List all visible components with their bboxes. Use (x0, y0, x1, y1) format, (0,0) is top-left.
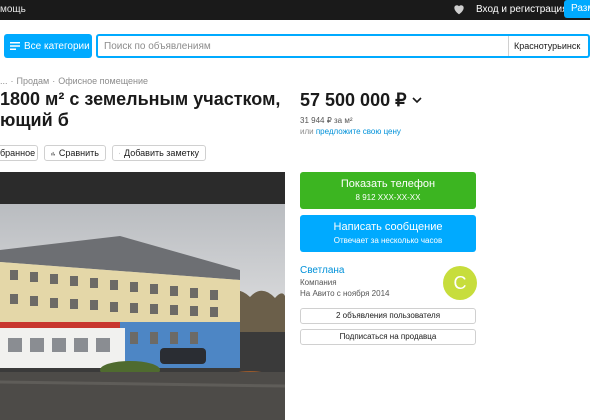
listing-photo[interactable] (0, 172, 285, 420)
categories-menu-icon (10, 42, 20, 50)
favorite-label: бранное (0, 148, 36, 158)
write-message-label: Написать сообщение (333, 221, 443, 233)
favorite-button[interactable]: бранное (0, 145, 38, 161)
reply-time: Отвечает за несколько часов (333, 236, 443, 245)
compare-label: Сравнить (58, 148, 99, 158)
compare-button[interactable]: Сравнить (44, 145, 106, 161)
suggest-price-link[interactable]: предложите свою цену (316, 127, 401, 136)
subscribe-seller-button[interactable]: Подписаться на продавца (300, 329, 476, 345)
breadcrumb-item-ellipsis[interactable]: ... (0, 76, 8, 86)
breadcrumb-item-sell[interactable]: Продам (17, 76, 50, 86)
city-select[interactable]: Краснотурьинск (508, 36, 590, 56)
price-per-sqm: 31 944 ₽ за м² (300, 116, 353, 125)
building-photo-image (0, 172, 285, 420)
listing-title: 1800 м² с земельным участком, ющий б (0, 89, 281, 130)
search-input[interactable] (98, 36, 508, 56)
show-phone-button[interactable]: Показать телефон 8 912 XXX-XX-XX (300, 172, 476, 209)
all-categories-button[interactable]: Все категории (4, 34, 92, 58)
show-phone-label: Показать телефон (340, 178, 436, 190)
help-link[interactable]: мощь (0, 4, 26, 15)
seller-ads-button[interactable]: 2 объявления пользователя (300, 308, 476, 324)
add-note-label: Добавить заметку (124, 148, 199, 158)
note-icon (119, 152, 120, 154)
all-categories-label: Все категории (24, 40, 90, 52)
favorites-heart-icon[interactable] (452, 2, 466, 16)
price-suggest-prefix: или (300, 127, 316, 136)
post-ad-button[interactable]: Разм (564, 0, 590, 18)
phone-masked: 8 912 XXX-XX-XX (355, 193, 421, 202)
chevron-down-icon[interactable] (412, 96, 422, 104)
seller-name-link[interactable]: Светлана (300, 265, 345, 276)
search-row: Все категории Краснотурьинск (0, 32, 590, 60)
top-bar: мощь Вход и регистрация Разм (0, 0, 590, 20)
compare-icon (51, 151, 55, 155)
search-box: Краснотурьинск (96, 34, 590, 58)
write-message-button[interactable]: Написать сообщение Отвечает за несколько… (300, 215, 476, 252)
price-suggest: или предложите свою цену (300, 127, 401, 136)
seller-since: На Авито с ноября 2014 (300, 289, 390, 298)
breadcrumb: ... · Продам · Офисное помещение (0, 76, 149, 86)
seller-type: Компания (300, 278, 337, 287)
add-note-button[interactable]: Добавить заметку (112, 145, 206, 161)
breadcrumb-item-office[interactable]: Офисное помещение (58, 76, 148, 86)
avatar[interactable]: C (443, 266, 477, 300)
listing-price: 57 500 000 ₽ (300, 90, 407, 110)
login-link[interactable]: Вход и регистрация (476, 4, 568, 15)
